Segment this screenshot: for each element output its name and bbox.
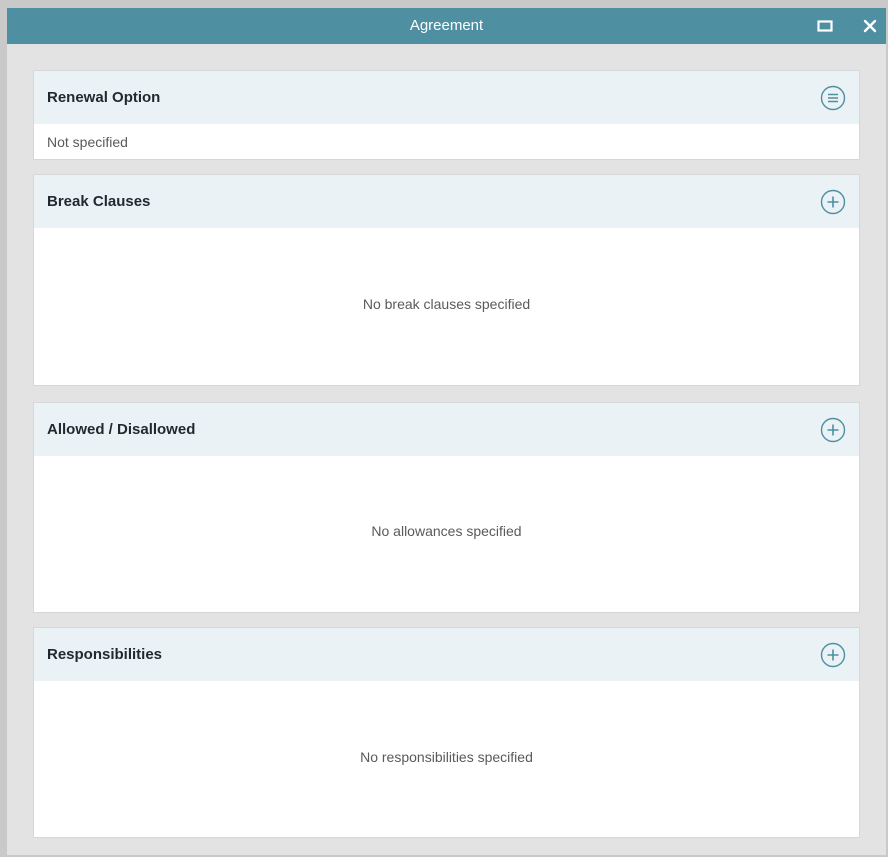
break-clauses-panel: Break Clauses No break clauses specified (33, 174, 860, 386)
renewal-options-menu-button[interactable] (820, 85, 846, 111)
panel-header: Responsibilities (34, 628, 859, 681)
empty-message: No allowances specified (371, 523, 522, 539)
list-menu-icon (820, 85, 846, 111)
panel-title: Break Clauses (47, 193, 151, 210)
renewal-option-value: Not specified (47, 134, 128, 150)
agreement-window: Agreement Renewal Option Not specified B… (7, 8, 886, 855)
add-circle-icon (820, 189, 846, 215)
panel-body: Not specified (34, 124, 859, 159)
add-circle-icon (820, 417, 846, 443)
add-circle-icon (820, 642, 846, 668)
maximize-button[interactable] (810, 8, 840, 44)
window-title: Agreement (409, 17, 484, 34)
panel-title: Renewal Option (47, 89, 161, 106)
panel-header: Renewal Option (34, 71, 859, 124)
add-break-clause-button[interactable] (820, 189, 846, 215)
panel-title: Allowed / Disallowed (47, 421, 196, 438)
empty-message: No break clauses specified (362, 296, 531, 312)
panel-header: Break Clauses (34, 175, 859, 228)
panel-body: No responsibilities specified (34, 681, 859, 837)
close-icon (863, 19, 877, 33)
responsibilities-panel: Responsibilities No responsibilities spe… (33, 627, 860, 838)
renewal-option-panel: Renewal Option Not specified (33, 70, 860, 160)
add-responsibility-button[interactable] (820, 642, 846, 668)
panel-title: Responsibilities (47, 646, 163, 663)
maximize-icon (817, 20, 833, 32)
panel-header: Allowed / Disallowed (34, 403, 859, 456)
title-bar[interactable]: Agreement (7, 8, 886, 44)
close-button[interactable] (855, 8, 885, 44)
add-allowance-button[interactable] (820, 417, 846, 443)
allowed-disallowed-panel: Allowed / Disallowed No allowances speci… (33, 402, 860, 613)
panel-body: No break clauses specified (34, 228, 859, 385)
panel-body: No allowances specified (34, 456, 859, 612)
empty-message: No responsibilities specified (360, 749, 533, 765)
